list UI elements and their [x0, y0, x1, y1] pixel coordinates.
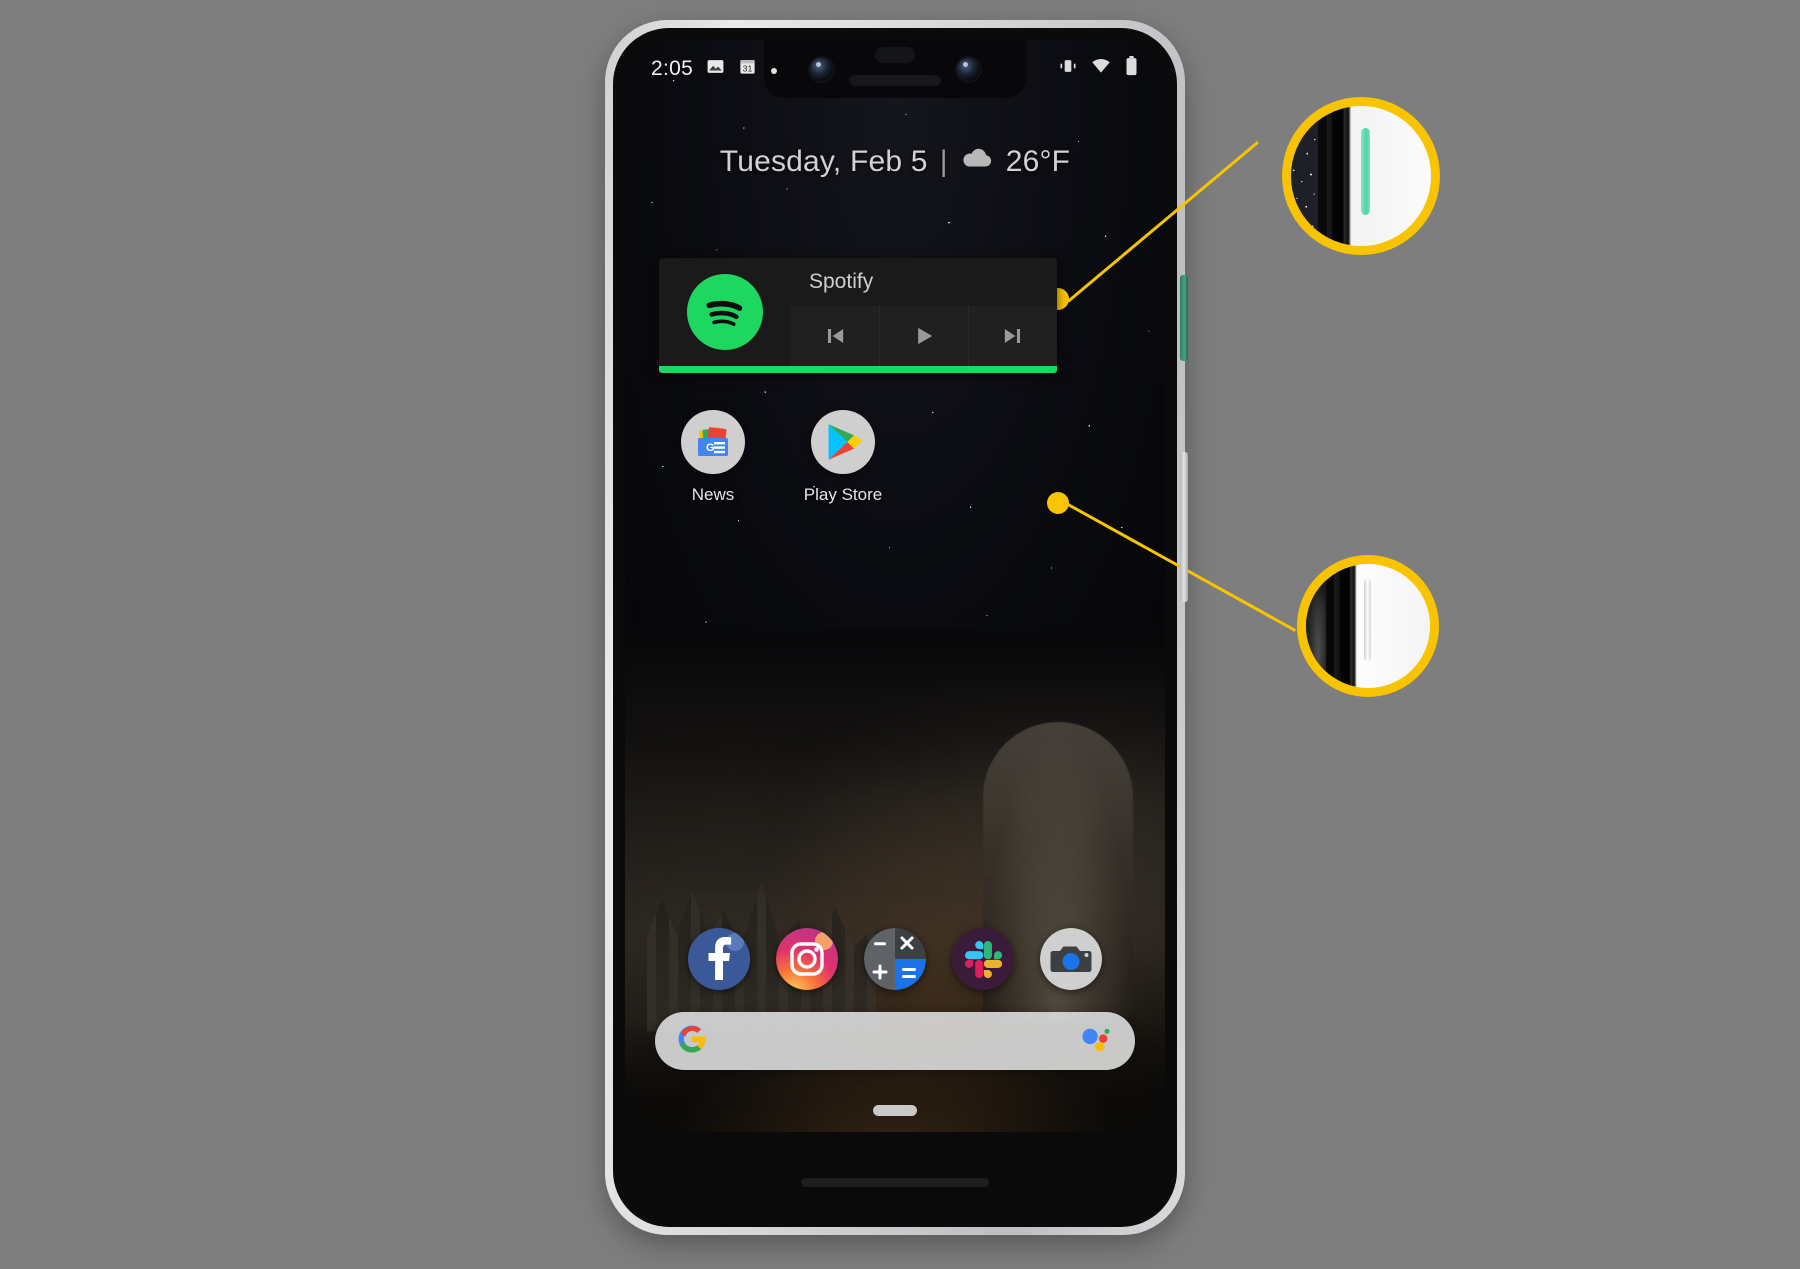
power-button[interactable]	[1180, 275, 1188, 361]
status-bar-right	[1058, 56, 1139, 82]
phone-screen[interactable]: 2:05 31 Tuesday, Feb 5 | 26°F Spotify G …	[625, 40, 1165, 1132]
phone-bezel: 2:05 31 Tuesday, Feb 5 | 26°F Spotify G …	[619, 34, 1171, 1221]
app-label-news: News	[691, 485, 735, 504]
next-track-button[interactable]	[969, 306, 1057, 366]
spotify-album-art	[659, 258, 791, 366]
status-bar[interactable]: 2:05 31	[625, 40, 1165, 98]
callout-circle-power	[1282, 97, 1440, 255]
callout-circle-volume	[1297, 555, 1439, 697]
google-assistant-icon[interactable]	[1079, 1025, 1113, 1058]
dock-icon-calculator[interactable]	[864, 928, 926, 990]
callout-power-wallpaper-edge	[1291, 106, 1318, 246]
status-bar-left: 2:05 31	[651, 57, 836, 82]
dock	[625, 928, 1165, 990]
play-button[interactable]	[880, 306, 969, 366]
wallpaper-starry-sky	[625, 40, 1165, 718]
date-text: Tuesday, Feb 5	[719, 145, 928, 178]
dock-icon-camera[interactable]	[1040, 928, 1102, 990]
app-icon-play-store[interactable]: Play Store	[789, 410, 897, 505]
calendar-icon: 31	[738, 57, 757, 82]
phone-device: 2:05 31 Tuesday, Feb 5 | 26°F Spotify G …	[605, 20, 1188, 1235]
temperature-text: 26°F	[1005, 145, 1071, 178]
search-input[interactable]	[707, 1012, 1079, 1070]
app-label-play-store: Play Store	[803, 485, 883, 504]
previous-track-button[interactable]	[791, 306, 880, 366]
status-clock: 2:05	[651, 57, 694, 80]
date-divider: |	[939, 145, 948, 178]
app-grid: G News Play Store	[659, 410, 897, 505]
date-weather-widget[interactable]: Tuesday, Feb 5 | 26°F	[625, 145, 1165, 179]
spotify-media-controls	[791, 306, 1057, 366]
dock-icon-facebook[interactable]	[688, 928, 750, 990]
wifi-icon	[1091, 56, 1111, 82]
dock-icon-slack[interactable]	[952, 928, 1014, 990]
spotify-progress-bar[interactable]	[659, 366, 1057, 373]
spotify-widget[interactable]: Spotify	[659, 258, 1057, 373]
callout-volume-wallpaper-edge	[1306, 564, 1326, 688]
spotify-widget-body: Spotify	[659, 258, 1057, 366]
google-g-icon	[677, 1024, 707, 1059]
google-search-bar[interactable]	[655, 1012, 1135, 1070]
app-icon-news[interactable]: G News	[659, 410, 767, 505]
spotify-widget-right: Spotify	[791, 258, 1057, 366]
volume-rocker-button[interactable]	[1180, 452, 1188, 602]
vibrate-icon	[1058, 56, 1078, 82]
google-news-icon: G	[681, 410, 745, 474]
spotify-icon	[687, 274, 763, 350]
notification-dot-icon	[770, 58, 778, 81]
callout-dot-volume	[1047, 492, 1069, 514]
play-store-icon	[811, 410, 875, 474]
dock-icon-instagram[interactable]	[776, 928, 838, 990]
bottom-speaker-grille	[801, 1178, 989, 1187]
home-gesture-pill[interactable]	[873, 1105, 917, 1116]
battery-icon	[1124, 56, 1139, 82]
photos-icon	[706, 57, 725, 82]
svg-text:G: G	[706, 442, 715, 454]
callout-power-button-zoom	[1361, 128, 1370, 216]
spotify-app-title: Spotify	[791, 258, 1057, 306]
callout-volume-button-zoom	[1364, 578, 1372, 661]
svg-text:31: 31	[743, 63, 753, 73]
cloud-icon	[960, 145, 994, 179]
